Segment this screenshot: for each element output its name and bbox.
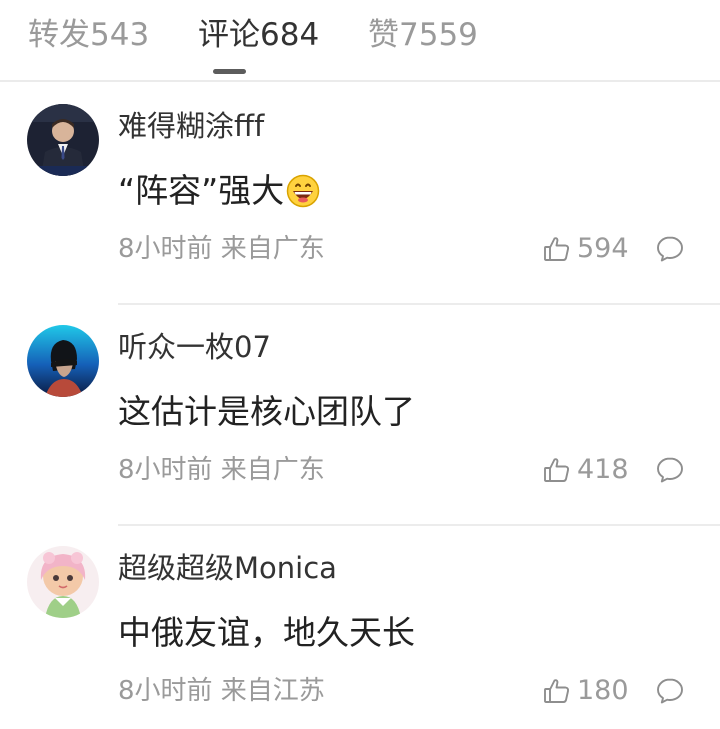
comment-text: 中俄友谊，地久天长 xyxy=(118,613,415,652)
comment-meta: 8小时前 来自广东 xyxy=(118,234,325,264)
like-count: 418 xyxy=(577,454,629,485)
comment-text-row: “阵容”强大 xyxy=(118,169,320,213)
comment-text-row: 这估计是核心团队了 xyxy=(118,390,415,434)
reply-button[interactable] xyxy=(655,455,685,485)
like-button[interactable]: 180 xyxy=(543,674,629,708)
comment-list: 难得糊涂fff “阵容”强大 8小时前 来自广东 594 听众一枚07 这估计是… xyxy=(0,84,720,729)
tab-likes[interactable]: 赞7559 xyxy=(368,16,478,54)
like-count: 594 xyxy=(577,233,629,264)
like-button[interactable]: 418 xyxy=(543,453,629,487)
comment-meta: 8小时前 来自江苏 xyxy=(118,676,325,706)
reply-button[interactable] xyxy=(655,234,685,264)
thumbs-up-icon xyxy=(543,677,571,705)
comment-text: 这估计是核心团队了 xyxy=(118,392,415,431)
grinning-emoji-icon xyxy=(286,174,320,208)
comment-item: 超级超级Monica 中俄友谊，地久天长 8小时前 来自江苏 180 xyxy=(0,526,720,729)
tab-bar: 转发543 评论684 赞7559 xyxy=(0,0,720,82)
like-count: 180 xyxy=(577,675,629,706)
comment-bubble-icon xyxy=(657,678,683,704)
active-tab-indicator xyxy=(213,69,246,74)
comment-username[interactable]: 听众一枚07 xyxy=(118,329,271,365)
like-button[interactable]: 594 xyxy=(543,232,629,266)
comment-bubble-icon xyxy=(657,457,683,483)
tab-comments[interactable]: 评论684 xyxy=(198,16,319,54)
comment-text: “阵容”强大 xyxy=(118,171,285,210)
comment-username[interactable]: 难得糊涂fff xyxy=(118,108,264,144)
comment-item: 难得糊涂fff “阵容”强大 8小时前 来自广东 594 xyxy=(0,84,720,305)
thumbs-up-icon xyxy=(543,235,571,263)
comment-username[interactable]: 超级超级Monica xyxy=(118,550,337,586)
comment-item: 听众一枚07 这估计是核心团队了 8小时前 来自广东 418 xyxy=(0,305,720,526)
reply-button[interactable] xyxy=(655,676,685,706)
avatar[interactable] xyxy=(27,325,99,397)
comment-meta: 8小时前 来自广东 xyxy=(118,455,325,485)
avatar[interactable] xyxy=(27,104,99,176)
tab-reposts[interactable]: 转发543 xyxy=(28,16,149,54)
thumbs-up-icon xyxy=(543,456,571,484)
comment-text-row: 中俄友谊，地久天长 xyxy=(118,611,415,655)
comment-bubble-icon xyxy=(657,236,683,262)
avatar[interactable] xyxy=(27,546,99,618)
